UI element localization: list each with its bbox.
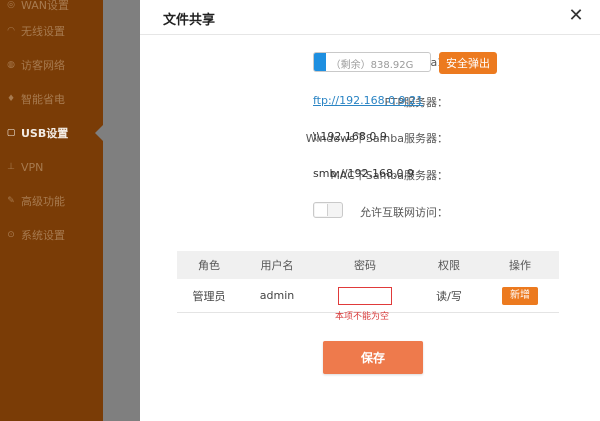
storage-usage-text: （剩余）838.92G [330, 60, 414, 71]
table-header-row: 角色 用户名 密码 权限 操作 [177, 251, 559, 279]
globe-icon: ◎ [7, 0, 15, 10]
sidebar-item-guest[interactable]: ◍ 访客网络 [0, 54, 103, 76]
column-header-username: 用户名 [241, 251, 313, 279]
sidebar-item-label: 高级功能 [21, 195, 65, 208]
add-button[interactable]: 新增 [502, 286, 538, 305]
power-saving-icon: ♦ [6, 94, 16, 104]
sidebar-item-power-saving[interactable]: ♦ 智能省电 [0, 88, 103, 110]
sidebar-item-vpn[interactable]: ⊥ VPN [0, 156, 103, 178]
sidebar-item-label: USB设置 [21, 127, 69, 140]
sidebar-item-label: 访客网络 [21, 59, 65, 72]
sidebar-item-label: VPN [21, 160, 44, 174]
column-header-password: 密码 [313, 251, 417, 279]
eject-button[interactable]: 安全弹出 [439, 52, 497, 74]
close-button[interactable]: ✕ [568, 5, 584, 26]
mac-samba-value: smb://192.168.0.9 [313, 167, 415, 180]
password-input[interactable] [338, 286, 392, 305]
internet-access-toggle[interactable] [313, 202, 343, 218]
sidebar-item-label: 智能省电 [21, 93, 65, 106]
backdrop [103, 0, 140, 421]
save-button[interactable]: 保存 [323, 341, 423, 374]
sidebar-item-wan[interactable]: ◎ WAN设置 [0, 0, 103, 16]
sidebar-item-usb[interactable]: ▢ USB设置 [0, 122, 103, 144]
vpn-icon: ⊥ [7, 162, 15, 172]
sidebar-item-wireless[interactable]: ◠ 无线设置 [0, 20, 103, 42]
windows-samba-value: \\192.168.0.9 [313, 130, 387, 143]
toggle-knob [315, 204, 328, 216]
cell-password [313, 279, 417, 313]
internet-access-label: 允许互联网访问： [360, 206, 448, 219]
user-table: 角色 用户名 密码 权限 操作 管理员 admin 读/写 新增 [177, 251, 559, 313]
table-row: 管理员 admin 读/写 新增 [177, 279, 559, 313]
cell-role: 管理员 [177, 279, 241, 313]
sidebar: ◎ WAN设置 ◠ 无线设置 ◍ 访客网络 ♦ 智能省电 ▢ USB设置 ⊥ V… [0, 0, 103, 421]
file-share-modal: 文件共享 ✕ sda1: （剩余）838.92G 安全弹出 FTP服务器： ft… [140, 0, 600, 421]
guest-wifi-icon: ◍ [7, 60, 15, 70]
sidebar-item-system[interactable]: ⊙ 系统设置 [0, 224, 103, 246]
sidebar-item-label: 无线设置 [21, 25, 65, 38]
settings-icon: ⊙ [7, 230, 15, 240]
usb-icon: ▢ [6, 128, 16, 138]
storage-usage-bar: （剩余）838.92G [313, 52, 431, 72]
column-header-permission: 权限 [417, 251, 481, 279]
modal-title: 文件共享 [163, 13, 216, 28]
column-header-action: 操作 [481, 251, 559, 279]
cell-action: 新增 [481, 279, 559, 313]
ftp-link[interactable]: ftp://192.168.0.9:21 [313, 94, 423, 107]
cell-permission: 读/写 [417, 279, 481, 313]
wifi-icon: ◠ [7, 26, 15, 36]
column-header-role: 角色 [177, 251, 241, 279]
modal-header: 文件共享 ✕ [140, 0, 600, 35]
sidebar-item-label: WAN设置 [21, 0, 70, 12]
close-icon: ✕ [568, 5, 584, 26]
sidebar-item-label: 系统设置 [21, 229, 65, 242]
wrench-icon: ✎ [7, 196, 15, 206]
active-pointer [95, 125, 103, 141]
sidebar-item-advanced[interactable]: ✎ 高级功能 [0, 190, 103, 212]
cell-username: admin [241, 279, 313, 313]
password-error-message: 本项不能为空 [335, 312, 390, 322]
